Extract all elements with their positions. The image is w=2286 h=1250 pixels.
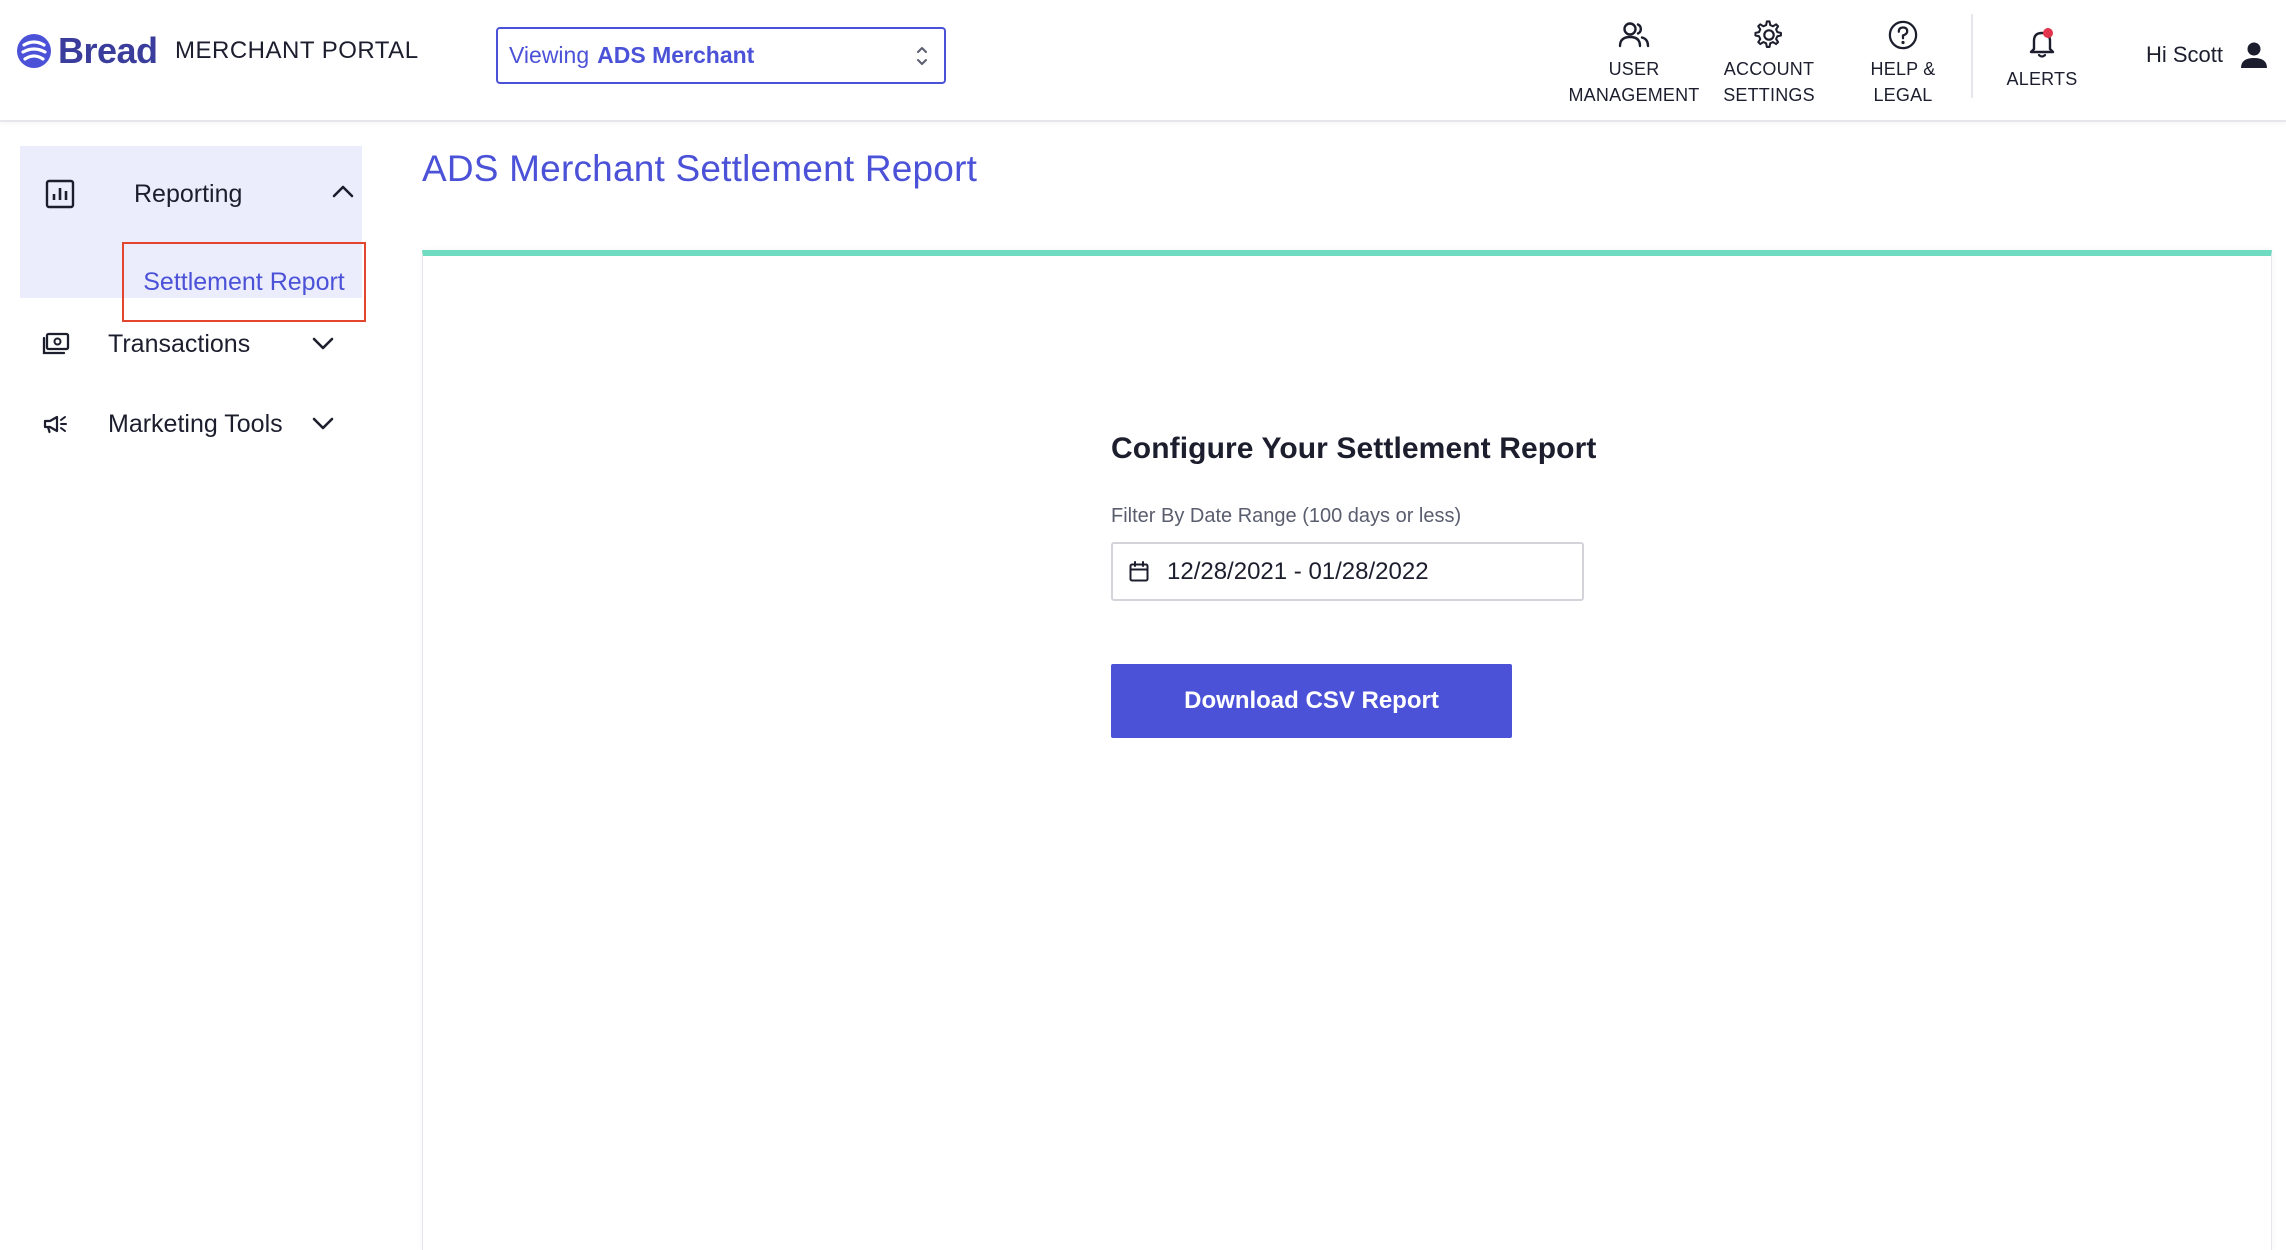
- sidebar-item-transactions-label: Transactions: [108, 329, 251, 358]
- merchant-select[interactable]: Viewing ADS Merchant: [496, 27, 946, 84]
- nav-alerts[interactable]: ALERTS: [2000, 28, 2084, 92]
- sidebar-item-marketing-tools[interactable]: Marketing Tools: [42, 392, 342, 456]
- date-range-label: Filter By Date Range (100 days or less): [1111, 505, 1462, 527]
- select-arrows-icon: [917, 47, 927, 65]
- alert-badge-dot: [2042, 28, 2053, 38]
- nav-divider: [1971, 14, 1973, 98]
- nav-user-management[interactable]: USER MANAGEMENT: [1566, 20, 1702, 108]
- nav-help-legal-line1: HELP &: [1870, 59, 1936, 79]
- page-title: ADS Merchant Settlement Report: [422, 148, 978, 189]
- bread-logo-icon: [17, 34, 51, 68]
- calendar-icon: [1129, 560, 1149, 581]
- nav-help-legal-line2: LEGAL: [1873, 85, 1933, 105]
- download-csv-button[interactable]: Download CSV Report: [1111, 664, 1512, 738]
- chevron-up-icon: [332, 185, 354, 198]
- nav-account-settings[interactable]: ACCOUNT SETTINGS: [1714, 20, 1824, 108]
- merchant-select-value: ADS Merchant: [597, 42, 755, 68]
- sidebar-item-reporting[interactable]: Reporting: [45, 146, 362, 242]
- bar-chart-icon: [45, 179, 75, 209]
- nav-help-legal[interactable]: HELP & LEGAL: [1858, 20, 1948, 108]
- bread-logo[interactable]: Bread: [16, 30, 158, 72]
- chevron-down-icon: [312, 337, 334, 350]
- megaphone-icon: [43, 415, 67, 434]
- question-circle-icon: [1888, 20, 1918, 50]
- sidebar-item-reporting-label: Reporting: [134, 179, 243, 208]
- sidebar-group-reporting: Reporting Settlement Report: [20, 146, 366, 322]
- nav-user-management-line2: MANAGEMENT: [1568, 85, 1700, 105]
- nav-account-settings-line1: ACCOUNT: [1723, 59, 1815, 79]
- user-menu[interactable]: Hi Scott: [2146, 40, 2269, 70]
- sidebar-subitem-settlement-report[interactable]: Settlement Report: [122, 242, 366, 322]
- config-title: Configure Your Settlement Report: [1111, 432, 1597, 465]
- sidebar-item-marketing-tools-label: Marketing Tools: [108, 409, 283, 438]
- nav-user-management-line1: USER: [1608, 59, 1660, 79]
- date-range-input[interactable]: 12/28/2021 - 01/28/2022: [1111, 542, 1584, 601]
- date-range-value: 12/28/2021 - 01/28/2022: [1167, 557, 1429, 585]
- person-icon: [2241, 42, 2268, 68]
- sidebar-item-transactions[interactable]: Transactions: [42, 312, 342, 376]
- portal-label: MERCHANT PORTAL: [175, 37, 419, 64]
- users-icon: [1618, 22, 1650, 48]
- cash-icon: [42, 332, 70, 355]
- nav-alerts-label: ALERTS: [2006, 69, 2078, 89]
- merchant-select-prefix: Viewing: [509, 42, 590, 68]
- nav-account-settings-line2: SETTINGS: [1723, 85, 1815, 105]
- report-config-card: [422, 250, 2272, 1250]
- chevron-down-icon: [312, 417, 334, 430]
- logo-text: Bread: [58, 30, 158, 71]
- gear-icon: [1754, 20, 1782, 48]
- user-greeting: Hi Scott: [2146, 42, 2224, 67]
- top-bar: Bread MERCHANT PORTAL Viewing ADS Mercha…: [0, 0, 2286, 122]
